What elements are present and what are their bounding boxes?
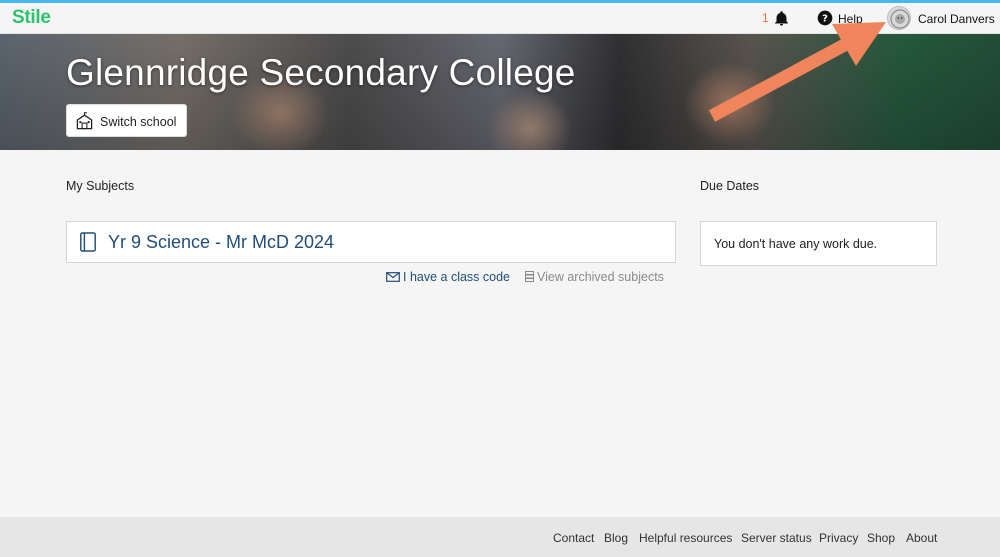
footer-link-blog[interactable]: Blog <box>604 531 628 545</box>
my-subjects-heading: My Subjects <box>66 179 135 193</box>
user-name[interactable]: Carol Danvers <box>918 12 995 26</box>
view-archived-subjects-link[interactable]: View archived subjects <box>525 270 664 284</box>
class-code-link[interactable]: I have a class code <box>386 270 510 284</box>
class-code-label: I have a class code <box>403 270 511 284</box>
footer: Contact Blog Helpful resources Server st… <box>0 517 1000 557</box>
footer-link-about[interactable]: About <box>906 531 937 545</box>
footer-link-shop[interactable]: Shop <box>867 531 895 545</box>
switch-school-button[interactable]: Switch school <box>66 104 187 137</box>
due-dates-heading: Due Dates <box>700 179 760 193</box>
switch-school-label: Switch school <box>100 115 177 129</box>
due-dates-card: You don't have any work due. <box>700 221 937 266</box>
annotation-arrow-icon <box>708 22 886 122</box>
footer-link-privacy[interactable]: Privacy <box>819 531 858 545</box>
school-name-title: Glennridge Secondary College <box>66 52 576 93</box>
footer-link-contact[interactable]: Contact <box>553 531 594 545</box>
footer-link-server-status[interactable]: Server status <box>741 531 812 545</box>
notebook-icon <box>80 232 96 252</box>
envelope-icon <box>386 272 400 282</box>
footer-link-helpful-resources[interactable]: Helpful resources <box>639 531 732 545</box>
subject-title-link[interactable]: Yr 9 Science - Mr McD 2024 <box>108 232 334 253</box>
archive-icon <box>525 271 534 282</box>
view-archived-label: View archived subjects <box>537 270 664 284</box>
stile-logo[interactable]: Stile <box>12 7 51 29</box>
subject-card[interactable]: Yr 9 Science - Mr McD 2024 <box>66 221 676 263</box>
no-work-due-message: You don't have any work due. <box>714 237 878 251</box>
school-building-icon <box>76 112 93 130</box>
